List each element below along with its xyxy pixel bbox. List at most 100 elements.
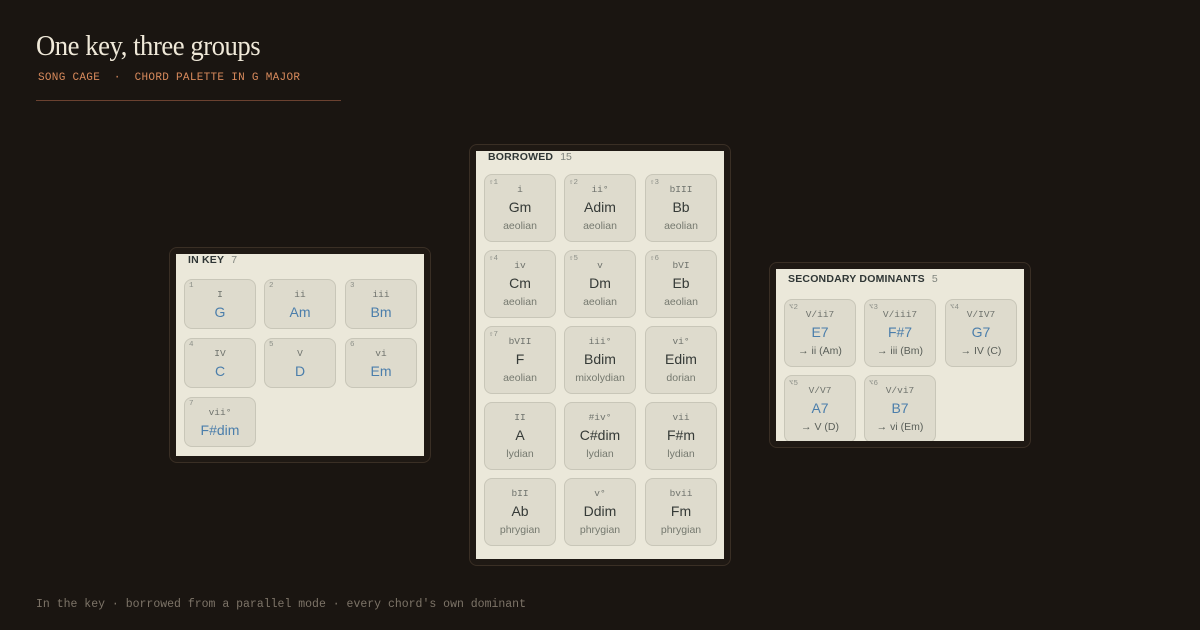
chord-card-d[interactable]: 5 V D xyxy=(264,338,336,388)
chord-roman: i xyxy=(517,184,523,195)
chord-mode: aeolian xyxy=(503,220,537,232)
chord-mode: lydian xyxy=(506,448,534,460)
chord-roman: v xyxy=(597,260,603,271)
chord-target: → vi (Em) xyxy=(876,421,924,433)
chord-card-f-sharp-dim[interactable]: 7 vii° F#dim xyxy=(184,397,256,447)
chord-roman: V/ii7 xyxy=(805,309,835,320)
page-subtitle: SONG CAGE · CHORD PALETTE IN G MAJOR xyxy=(38,72,301,84)
secondary-dominants-panel: SECONDARY DOMINANTS 5 ⌥2 V/ii7 E7 → ii (… xyxy=(776,269,1024,441)
chord-name: A xyxy=(515,427,525,443)
chord-roman: iv xyxy=(514,260,526,271)
chord-roman: iii xyxy=(372,289,390,300)
secondary-dominants-header: SECONDARY DOMINANTS 5 xyxy=(788,273,938,285)
chord-target: → ii (Am) xyxy=(798,345,842,357)
chord-name: Bm xyxy=(370,304,392,320)
group-count: 5 xyxy=(931,273,938,285)
chord-name: C xyxy=(214,363,226,379)
chord-name: Eb xyxy=(672,275,690,291)
title-divider xyxy=(36,100,341,101)
chord-card-f-sharp-m[interactable]: vii F#m lydian xyxy=(645,402,717,470)
chord-mode: phrygian xyxy=(660,524,702,536)
chord-roman: vi° xyxy=(672,336,690,347)
chord-card-eb[interactable]: ⇧6 bVI Eb aeolian xyxy=(645,250,717,318)
chord-name: Bdim xyxy=(584,351,616,367)
chord-target: → V (D) xyxy=(801,421,839,433)
chord-mode: phrygian xyxy=(579,524,621,536)
borrowed-header: BORROWED 15 xyxy=(488,151,572,163)
in-key-frame: IN KEY 7 1 I G 2 ii Am 3 iii Bm 4 IV C 5… xyxy=(169,247,431,463)
chord-name: Dm xyxy=(589,275,611,291)
group-name: IN KEY xyxy=(188,254,225,266)
chord-target: → iii (Bm) xyxy=(876,345,924,357)
chord-target: → IV (C) xyxy=(960,345,1002,357)
chord-card-bb[interactable]: ⇧3 bIII Bb aeolian xyxy=(645,174,717,242)
in-key-header: IN KEY 7 xyxy=(188,254,237,266)
chord-roman: ii xyxy=(294,289,306,300)
chord-card-ddim[interactable]: v° Ddim phrygian xyxy=(564,478,636,546)
secondary-dominants-frame: SECONDARY DOMINANTS 5 ⌥2 V/ii7 E7 → ii (… xyxy=(769,262,1031,448)
chord-roman: #iv° xyxy=(588,412,612,423)
chord-name: Gm xyxy=(508,199,532,215)
chord-card-f-sharp-7[interactable]: ⌥3 V/iii7 F#7 → iii (Bm) xyxy=(864,299,936,367)
chord-name: Cm xyxy=(509,275,531,291)
group-count: 15 xyxy=(560,151,572,163)
chord-name: Bb xyxy=(672,199,690,215)
chord-card-a7[interactable]: ⌥5 V/V7 A7 → V (D) xyxy=(784,375,856,441)
chord-name: E7 xyxy=(811,324,829,340)
chord-mode: aeolian xyxy=(583,296,617,308)
chord-card-bm[interactable]: 3 iii Bm xyxy=(345,279,417,329)
chord-card-a[interactable]: II A lydian xyxy=(484,402,556,470)
chord-mode: aeolian xyxy=(503,372,537,384)
chord-card-g7[interactable]: ⌥4 V/IV7 G7 → IV (C) xyxy=(945,299,1017,367)
chord-name: D xyxy=(294,363,306,379)
chord-card-c-sharp-dim[interactable]: #iv° C#dim lydian xyxy=(564,402,636,470)
chord-name: Am xyxy=(289,304,311,320)
chord-roman: bVI xyxy=(672,260,690,271)
chord-card-e7[interactable]: ⌥2 V/ii7 E7 → ii (Am) xyxy=(784,299,856,367)
group-name: SECONDARY DOMINANTS xyxy=(788,273,925,285)
chord-card-c[interactable]: 4 IV C xyxy=(184,338,256,388)
group-name: BORROWED xyxy=(488,151,554,163)
chord-card-fm[interactable]: bvii Fm phrygian xyxy=(645,478,717,546)
chord-card-em[interactable]: 6 vi Em xyxy=(345,338,417,388)
chord-mode: dorian xyxy=(666,372,696,384)
chord-name: B7 xyxy=(891,400,909,416)
chord-card-b7[interactable]: ⌥6 V/vi7 B7 → vi (Em) xyxy=(864,375,936,441)
chord-roman: vi xyxy=(375,348,387,359)
chord-roman: V/vi7 xyxy=(885,385,915,396)
chord-mode: aeolian xyxy=(664,296,698,308)
chord-card-edim[interactable]: vi° Edim dorian xyxy=(645,326,717,394)
chord-roman: IV xyxy=(214,348,226,359)
chord-mode: lydian xyxy=(586,448,614,460)
chord-roman: V/V7 xyxy=(808,385,832,396)
chord-roman: iii° xyxy=(588,336,612,347)
chord-roman: II xyxy=(514,412,526,423)
chord-card-g[interactable]: 1 I G xyxy=(184,279,256,329)
chord-roman: V/IV7 xyxy=(966,309,996,320)
chord-roman: v° xyxy=(594,488,606,499)
chord-card-am[interactable]: 2 ii Am xyxy=(264,279,336,329)
chord-mode: aeolian xyxy=(664,220,698,232)
chord-name: A7 xyxy=(811,400,829,416)
chord-card-dm[interactable]: ⇧5 v Dm aeolian xyxy=(564,250,636,318)
borrowed-frame: BORROWED 15 ⇧1 i Gm aeolian ⇧2 ii° Adim … xyxy=(469,144,731,566)
chord-roman: V xyxy=(297,348,303,359)
chord-roman: bvii xyxy=(669,488,693,499)
chord-name: Ab xyxy=(511,503,529,519)
footer-caption: In the key · borrowed from a parallel mo… xyxy=(36,598,526,611)
chord-card-adim[interactable]: ⇧2 ii° Adim aeolian xyxy=(564,174,636,242)
chord-mode: aeolian xyxy=(503,296,537,308)
chord-name: F#m xyxy=(667,427,695,443)
chord-card-bdim[interactable]: iii° Bdim mixolydian xyxy=(564,326,636,394)
chord-name: Em xyxy=(370,363,392,379)
chord-name: F#7 xyxy=(887,324,913,340)
chord-card-cm[interactable]: ⇧4 iv Cm aeolian xyxy=(484,250,556,318)
chord-card-f[interactable]: ⇧7 bVII F aeolian xyxy=(484,326,556,394)
chord-roman: V/iii7 xyxy=(882,309,918,320)
chord-card-gm[interactable]: ⇧1 i Gm aeolian xyxy=(484,174,556,242)
chord-mode: mixolydian xyxy=(575,372,625,384)
group-count: 7 xyxy=(231,254,238,266)
page-title: One key, three groups xyxy=(36,30,261,62)
chord-card-ab[interactable]: bII Ab phrygian xyxy=(484,478,556,546)
chord-roman: ii° xyxy=(591,184,609,195)
